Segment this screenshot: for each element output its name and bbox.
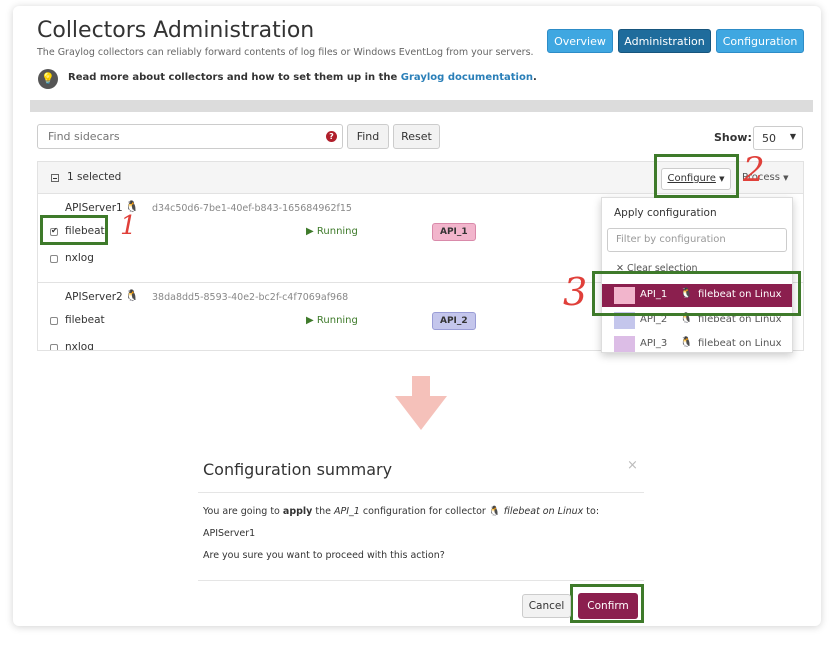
page-subtitle: The Graylog collectors can reliably forw… [37, 47, 534, 58]
nxlog-checkbox[interactable] [50, 344, 58, 350]
annotation-2: 2 [743, 150, 765, 190]
collector-name: filebeat [65, 314, 105, 326]
selected-count: 1 selected [67, 171, 122, 183]
annotation-1: 1 [120, 211, 137, 241]
msg-apply: apply [282, 506, 313, 517]
filter-configuration-input[interactable]: Filter by configuration [607, 228, 787, 252]
search-input[interactable] [38, 125, 328, 148]
config-name: API_3 [640, 338, 668, 349]
server-id: 38da8dd5-8593-40e2-bc2f-c4f7069af968 [152, 292, 349, 303]
msg-part: configuration for collector [362, 506, 486, 517]
administration-button[interactable]: Administration [618, 29, 711, 53]
chevron-down-icon: ▼ [789, 132, 796, 141]
filebeat-checkbox[interactable] [50, 317, 58, 325]
page-size-select[interactable]: 50 ▼ [753, 126, 803, 150]
msg-part: You are going to [203, 506, 280, 517]
play-icon: ▶ [306, 315, 314, 326]
status-running: ▶ Running [306, 226, 358, 237]
close-icon[interactable]: × [627, 458, 638, 473]
linux-icon: 🐧 [125, 289, 139, 302]
highlight-filebeat [40, 215, 108, 245]
dropdown-header: Apply configuration [614, 207, 717, 219]
dropdown-item-api-3[interactable]: API_3 🐧 filebeat on Linux [602, 333, 792, 352]
overview-button[interactable]: Overview [547, 29, 613, 53]
documentation-note: Read more about collectors and how to se… [68, 72, 537, 83]
play-icon: ▶ [306, 226, 314, 237]
show-label: Show: [714, 131, 752, 144]
modal-question: Are you sure you want to proceed with th… [203, 550, 445, 561]
find-button[interactable]: Find [347, 124, 389, 149]
modal-divider [198, 492, 644, 493]
help-icon[interactable]: ? [326, 131, 337, 142]
configuration-summary-modal: Configuration summary × You are going to… [198, 454, 644, 624]
modal-divider [198, 580, 644, 581]
msg-config: API_1 [334, 506, 360, 517]
msg-part: the [315, 506, 331, 517]
config-badge: API_1 [432, 223, 476, 241]
modal-message: You are going to apply the API_1 configu… [203, 506, 599, 517]
msg-part: to: [586, 506, 600, 517]
status-running: ▶ Running [306, 315, 358, 326]
configuration-button[interactable]: Configuration [716, 29, 804, 53]
annotation-3: 3 [563, 270, 588, 314]
arrow-down-icon [395, 376, 447, 430]
page-size-value: 50 [762, 132, 776, 145]
linux-icon: 🐧 [680, 337, 693, 348]
reset-button[interactable]: Reset [393, 124, 440, 149]
cancel-button[interactable]: Cancel [522, 594, 571, 618]
page-title: Collectors Administration [37, 18, 315, 43]
collector-label: filebeat on Linux [698, 338, 782, 349]
modal-title: Configuration summary [203, 460, 393, 479]
doc-text: Read more about collectors and how to se… [68, 72, 398, 83]
color-swatch [614, 336, 635, 352]
status-text: Running [316, 226, 358, 237]
collector-name: nxlog [65, 341, 94, 351]
confirm-button[interactable]: Confirm [578, 593, 638, 619]
server-name: APIServer1 [65, 202, 123, 214]
config-badge: API_2 [432, 312, 476, 330]
nxlog-checkbox[interactable] [50, 255, 58, 263]
select-all-checkbox[interactable] [51, 174, 59, 182]
linux-icon: 🐧 [488, 506, 501, 517]
status-text: Running [316, 315, 358, 326]
search-box [37, 124, 343, 149]
server-id: d34c50d6-7be1-40ef-b843-165684962f15 [152, 203, 352, 214]
caret-down-icon: ▼ [783, 174, 789, 182]
graylog-documentation-link[interactable]: Graylog documentation [401, 72, 533, 83]
doc-suffix: . [532, 72, 537, 83]
highlight-api1 [592, 271, 801, 316]
modal-server: APIServer1 [203, 528, 256, 539]
msg-collector: filebeat on Linux [503, 506, 584, 517]
lightbulb-icon: 💡 [38, 69, 58, 89]
collector-name: nxlog [65, 252, 94, 264]
server-name: APIServer2 [65, 291, 123, 303]
separator-bar [30, 100, 813, 112]
highlight-configure [654, 154, 739, 198]
